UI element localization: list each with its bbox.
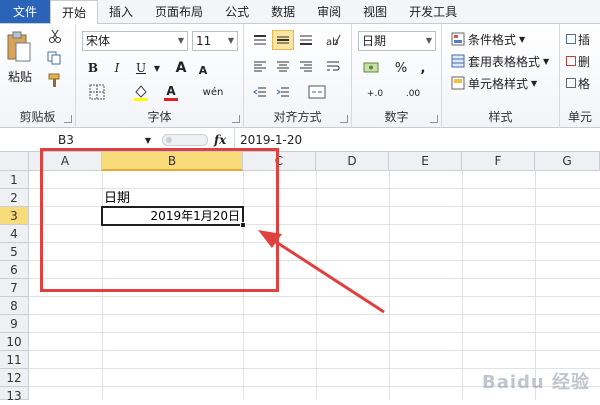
watermark: Baidu 经验 xyxy=(481,372,590,393)
annotation-arrow xyxy=(258,230,385,314)
